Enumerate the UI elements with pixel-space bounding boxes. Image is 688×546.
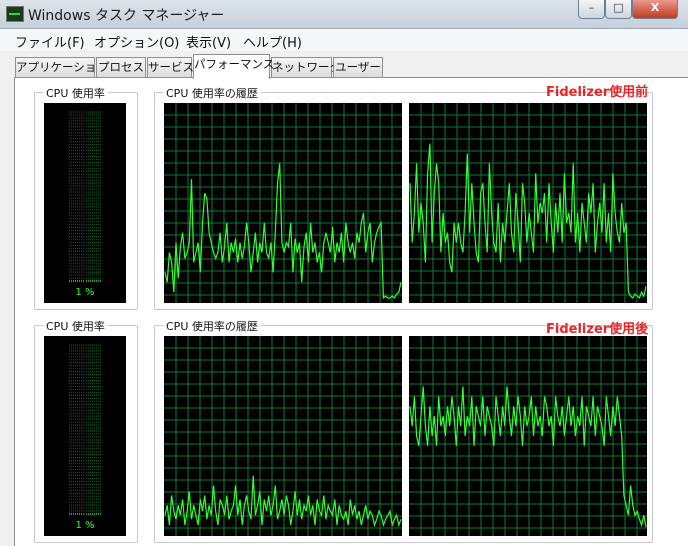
annotation-before: Fidelizer使用前: [546, 85, 649, 100]
performance-panel: CPU 使用率 1 % CPU 使用率の履歴 Fidelizer使用前 CPU …: [14, 77, 688, 546]
tab-strip: アプリケーション プロセス サービス パフォーマンス ネットワーク ユーザー: [0, 52, 688, 79]
menu-view[interactable]: 表示(V): [186, 32, 231, 51]
cpu-usage-label: CPU 使用率: [43, 85, 108, 101]
tab-users[interactable]: ユーザー: [333, 57, 383, 77]
cpu-usage-value: 1 %: [75, 520, 95, 531]
cpu-history-graph-core-1: [164, 336, 402, 536]
cpu-usage-meter: 1 %: [44, 336, 126, 536]
cpu-usage-value: 1 %: [75, 287, 95, 298]
cpu-usage-meter: 1 %: [44, 103, 126, 303]
cpu-history-graph-core-1: [164, 103, 402, 303]
window-title: Windows タスク マネージャー: [28, 8, 225, 24]
close-button[interactable]: X: [632, 0, 678, 19]
menu-help[interactable]: ヘルプ(H): [243, 32, 302, 51]
cpu-usage-label: CPU 使用率: [43, 318, 108, 334]
task-manager-window: Windows タスク マネージャー – □ X ファイル(F) オプション(O…: [0, 0, 688, 546]
tab-processes[interactable]: プロセス: [96, 57, 146, 77]
cpu-history-group-after: CPU 使用率の履歴: [154, 318, 653, 543]
cpu-usage-group-after: CPU 使用率 1 %: [34, 318, 138, 543]
tab-applications[interactable]: アプリケーション: [15, 57, 108, 77]
maximize-button[interactable]: □: [605, 0, 632, 19]
annotation-after: Fidelizer使用後: [546, 322, 649, 337]
tab-services[interactable]: サービス: [147, 57, 194, 77]
task-manager-icon: [6, 6, 24, 22]
title-bar[interactable]: Windows タスク マネージャー – □ X: [0, 0, 688, 29]
menu-bar: ファイル(F) オプション(O) 表示(V) ヘルプ(H): [0, 29, 688, 51]
minimize-button[interactable]: –: [578, 0, 605, 19]
menu-file[interactable]: ファイル(F): [15, 32, 85, 51]
cpu-history-graph-core-2: [409, 336, 647, 536]
cpu-history-graph-core-2: [409, 103, 647, 303]
cpu-history-label: CPU 使用率の履歴: [163, 318, 261, 334]
tab-network[interactable]: ネットワーク: [271, 57, 341, 77]
cpu-history-label: CPU 使用率の履歴: [163, 85, 261, 101]
tab-performance[interactable]: パフォーマンス: [193, 54, 274, 79]
cpu-history-group-before: CPU 使用率の履歴: [154, 85, 653, 310]
menu-options[interactable]: オプション(O): [94, 32, 179, 51]
cpu-usage-group-before: CPU 使用率 1 %: [34, 85, 138, 310]
